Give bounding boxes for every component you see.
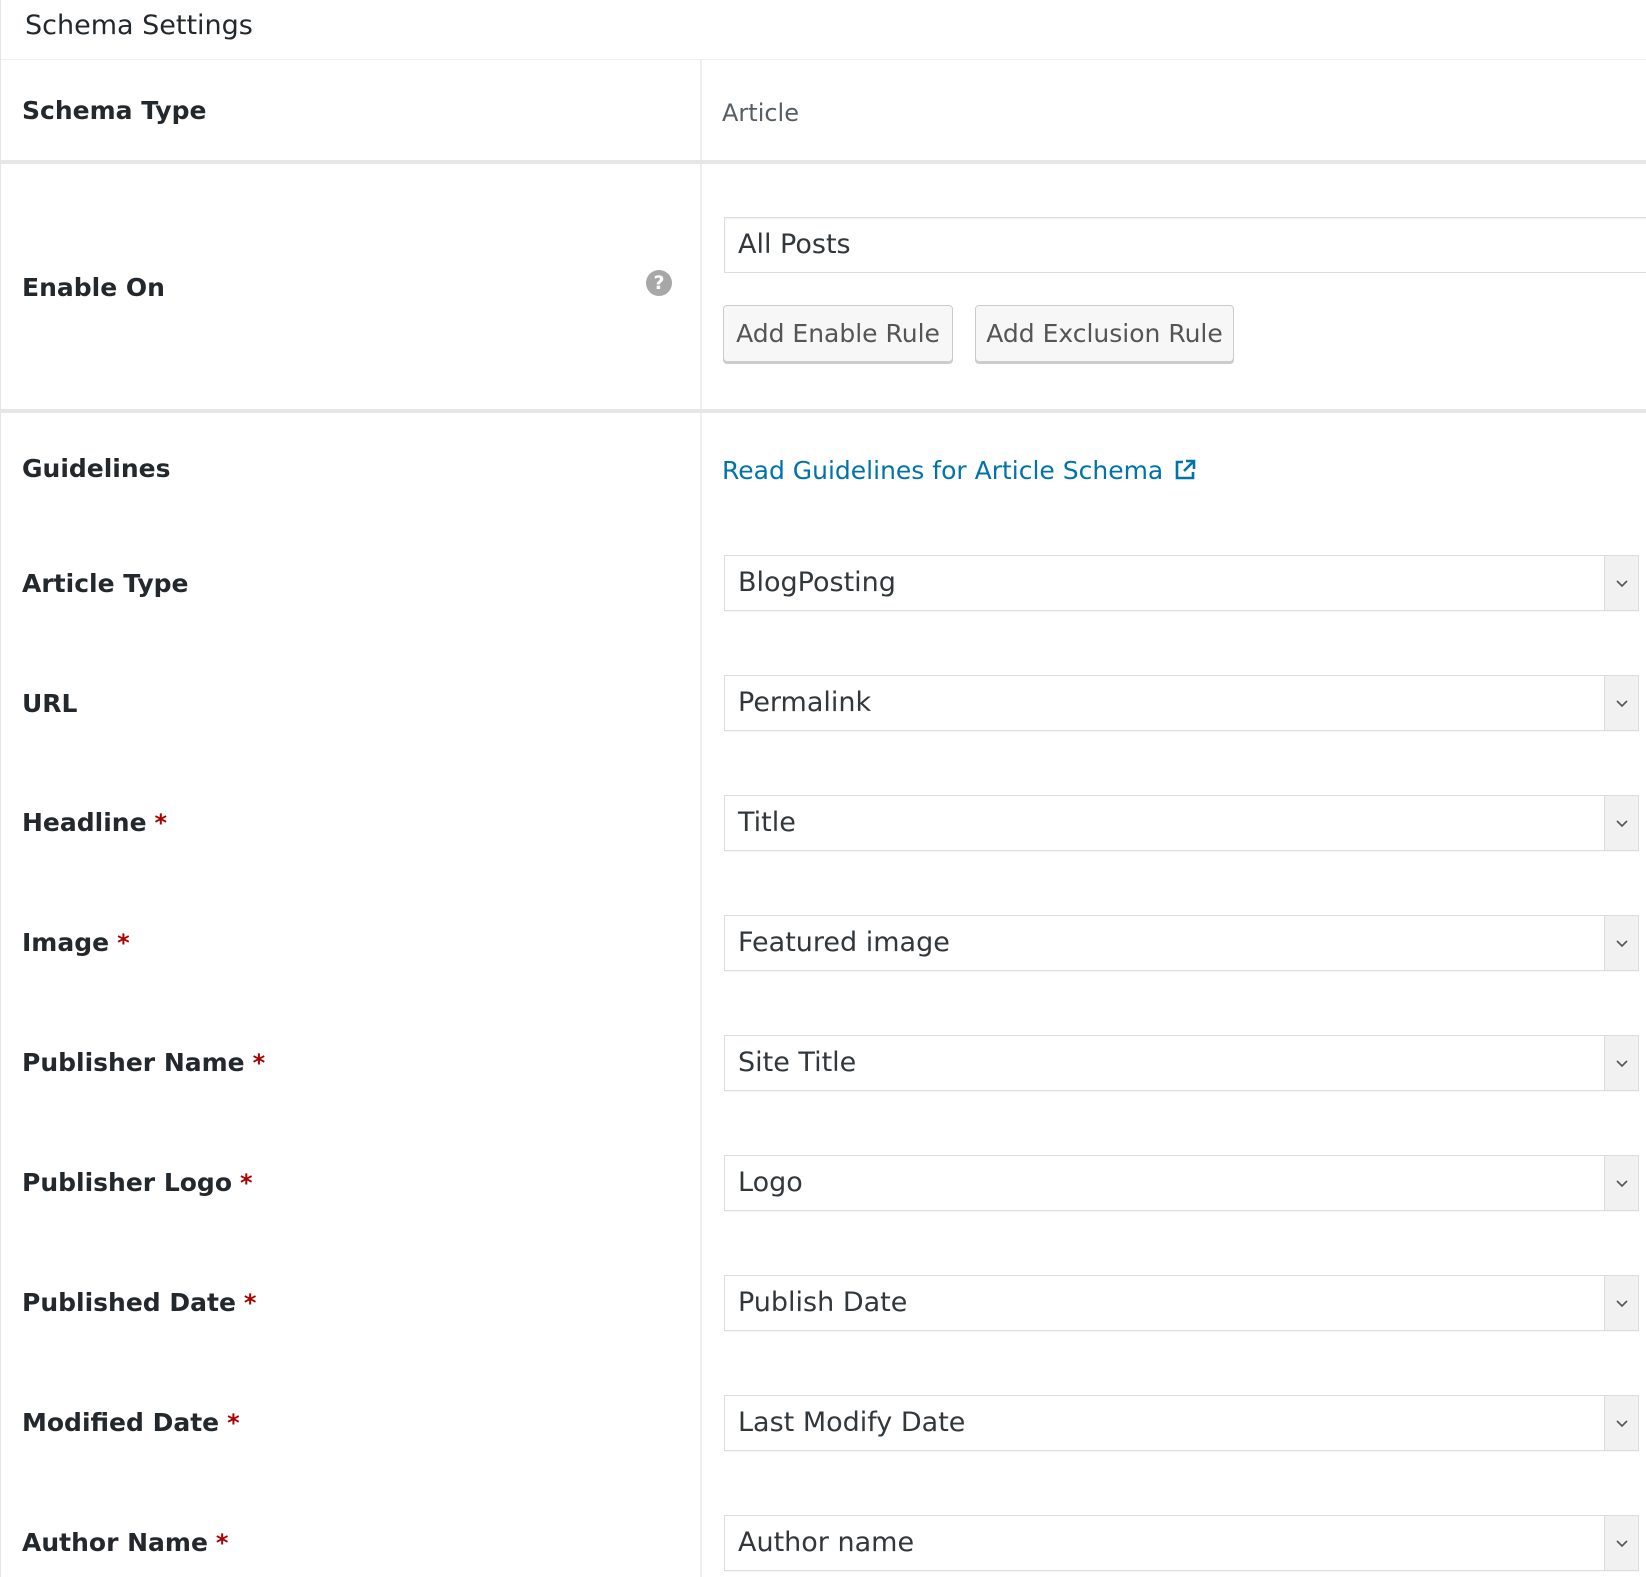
read-guidelines-link-text: Read Guidelines for Article Schema: [722, 456, 1164, 485]
field-label: URL: [22, 689, 78, 718]
select-value: Title: [738, 807, 796, 838]
field-label: Publisher Logo *: [22, 1168, 253, 1197]
required-marker: *: [252, 1049, 266, 1077]
image-select[interactable]: Featured image: [724, 915, 1639, 971]
select-value: BlogPosting: [738, 567, 896, 598]
chevron-down-icon: [1604, 1396, 1638, 1450]
required-marker: *: [215, 1529, 229, 1557]
required-marker: *: [227, 1409, 240, 1437]
required-marker: *: [154, 809, 168, 837]
field-label: Author Name *: [22, 1528, 229, 1557]
add-enable-rule-button[interactable]: Add Enable Rule: [723, 305, 953, 362]
panel-header: Schema Settings: [1, 0, 1646, 60]
publisher-name-select[interactable]: Site Title: [724, 1035, 1639, 1091]
select-value: Permalink: [738, 687, 872, 718]
row-separator: [1, 409, 1646, 413]
enable-on-input[interactable]: All Posts: [724, 217, 1646, 273]
field-label: Image *: [22, 928, 130, 957]
question-circle-icon[interactable]: ?: [646, 270, 672, 296]
modified-date-select[interactable]: Last Modify Date: [724, 1395, 1639, 1451]
external-link-icon: [1173, 456, 1197, 492]
chevron-down-icon: [1604, 1516, 1638, 1570]
chevron-down-icon: [1604, 916, 1638, 970]
panel-title: Schema Settings: [25, 10, 253, 41]
enable-on-label: Enable On: [22, 273, 165, 302]
chevron-down-icon: [1604, 556, 1638, 610]
published-date-select[interactable]: Publish Date: [724, 1275, 1639, 1331]
chevron-down-icon: [1604, 796, 1638, 850]
field-label: Article Type: [22, 569, 189, 598]
row-separator: [1, 160, 1646, 164]
schema-settings-panel: Schema Settings Schema Type Article Enab…: [0, 0, 1646, 1577]
select-value: Author name: [738, 1527, 915, 1558]
field-label: Modified Date *: [22, 1408, 240, 1437]
chevron-down-icon: [1604, 1036, 1638, 1090]
field-label: Published Date *: [22, 1288, 257, 1317]
column-divider: [700, 60, 702, 1577]
author-name-select[interactable]: Author name: [724, 1515, 1639, 1571]
required-marker: *: [117, 929, 130, 957]
schema-type-label: Schema Type: [22, 96, 207, 125]
chevron-down-icon: [1604, 1156, 1638, 1210]
article-type-select[interactable]: BlogPosting: [724, 555, 1639, 611]
select-value: Site Title: [738, 1047, 857, 1078]
schema-type-value: Article: [722, 99, 799, 127]
read-guidelines-link[interactable]: Read Guidelines for Article Schema: [722, 453, 1197, 492]
chevron-down-icon: [1604, 676, 1638, 730]
select-value: Last Modify Date: [738, 1407, 966, 1438]
chevron-down-icon: [1604, 1276, 1638, 1330]
required-marker: *: [243, 1289, 257, 1317]
field-label: Headline *: [22, 808, 168, 837]
headline-select[interactable]: Title: [724, 795, 1639, 851]
select-value: Logo: [738, 1167, 803, 1198]
publisher-logo-select[interactable]: Logo: [724, 1155, 1639, 1211]
select-value: Featured image: [738, 927, 950, 958]
field-label: Publisher Name *: [22, 1048, 266, 1077]
add-exclusion-rule-button[interactable]: Add Exclusion Rule: [975, 305, 1234, 362]
url-select[interactable]: Permalink: [724, 675, 1639, 731]
select-value: Publish Date: [738, 1287, 908, 1318]
guidelines-label: Guidelines: [22, 454, 171, 483]
required-marker: *: [240, 1169, 253, 1197]
